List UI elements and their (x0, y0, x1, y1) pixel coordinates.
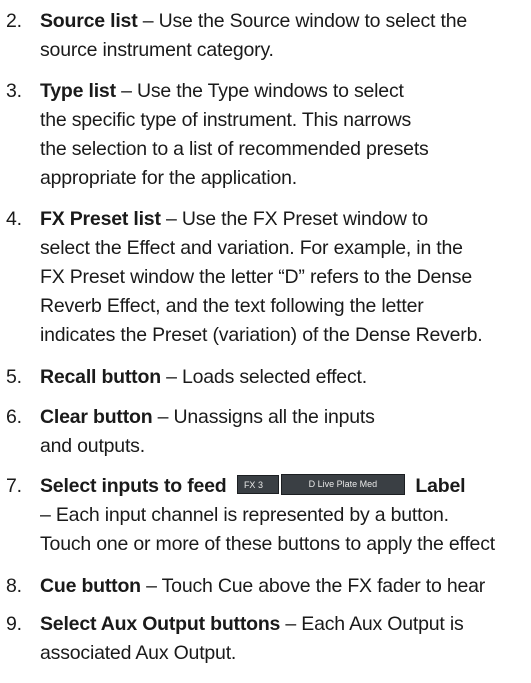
list-item-select-inputs: 7. Select inputs to feed FX 3D Live Plate… (6, 472, 531, 559)
item-number: 2. (6, 10, 22, 32)
item-term: Source list (40, 10, 138, 32)
item-text: the selection to a list of recommended p… (40, 138, 429, 160)
list-item-cue: 8. Cue button – Touch Cue above the FX fa… (6, 572, 531, 601)
item-term: Recall button (40, 366, 161, 388)
item-text: and outputs. (40, 435, 145, 457)
item-term: Select inputs to feed (40, 475, 227, 497)
list-item-recall: 5. Recall button – Loads selected effect. (6, 363, 531, 392)
item-term: Select Aux Output buttons (40, 613, 281, 635)
item-text: appropriate for the application. (40, 167, 298, 189)
item-term: Clear button (40, 406, 153, 428)
item-number: 7. (6, 475, 22, 497)
fx-slot-chip: FX 3 (236, 475, 279, 495)
item-text: – Loads selected effect. (160, 366, 367, 388)
item-text: – Unassigns all the inputs (152, 406, 375, 428)
item-text: Touch one or more of these buttons to ap… (40, 533, 495, 555)
item-text: Reverb Effect, and the text following th… (40, 295, 424, 317)
item-number: 3. (6, 80, 22, 102)
list-item-type: 3. Type list – Use the Type windows to se… (6, 77, 531, 193)
list-item-clear: 6. Clear button – Unassigns all the input… (6, 403, 531, 461)
item-term: Type list (40, 80, 116, 102)
item-text: – Use the Type windows to select (115, 80, 404, 102)
item-text: FX Preset window the letter “D” refers t… (40, 266, 472, 288)
item-text: the specific type of instrument. This na… (40, 109, 412, 131)
item-number: 4. (6, 208, 22, 230)
item-term: Cue button (40, 575, 141, 597)
item-number: 6. (6, 406, 22, 428)
item-text: – Each Aux Output is (280, 613, 464, 635)
item-text: select the Effect and variation. For exa… (40, 237, 463, 259)
item-text: – Use the Source window to select the (137, 10, 467, 32)
fx-preset-name-chip: D Live Plate Med (280, 474, 405, 496)
item-text: indicates the Preset (variation) of the … (40, 324, 483, 346)
item-term: FX Preset list (40, 208, 161, 230)
label-term: Label (415, 475, 466, 497)
list-item-aux-output: 9. Select Aux Output buttons – Each Aux O… (6, 610, 531, 668)
item-text: – Each input channel is represented by a… (40, 504, 449, 526)
list-item-source: 2. Source list – Use the Source window to… (6, 7, 531, 65)
item-text: – Use the FX Preset window to (160, 208, 428, 230)
item-text: – Touch Cue above the FX fader to hear (140, 575, 486, 597)
item-text: associated Aux Output. (40, 642, 237, 664)
manual-page: 2. Source list – Use the Source window to… (0, 0, 531, 683)
item-text: source instrument category. (40, 39, 274, 61)
item-number: 5. (6, 366, 22, 388)
item-number: 9. (6, 613, 22, 635)
item-number: 8. (6, 575, 22, 597)
list-item-fx-preset: 4. FX Preset list – Use the FX Preset win… (6, 205, 531, 350)
